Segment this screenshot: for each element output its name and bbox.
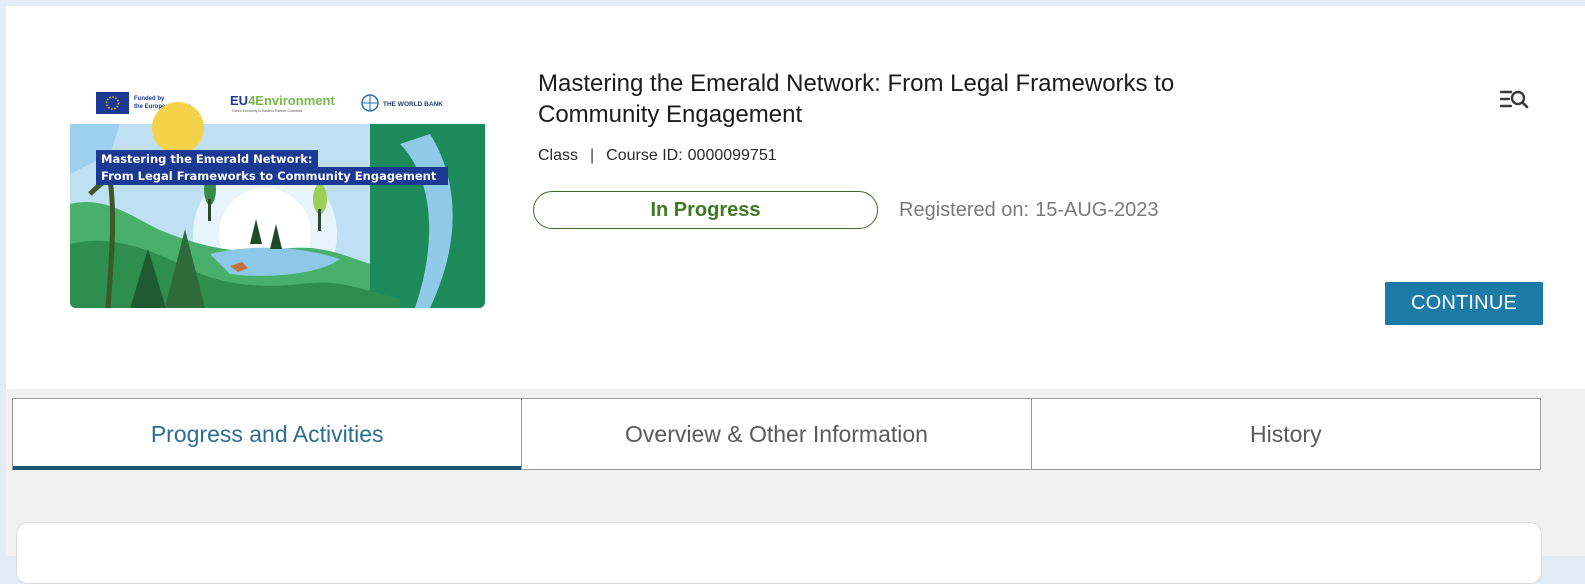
course-thumbnail-art: Funded by the European Union EU4Environm… (70, 84, 485, 308)
registered-date: Registered on: 15-AUG-2023 (899, 199, 1158, 222)
course-tabs: Progress and Activities Overview & Other… (12, 398, 1541, 470)
tab-label: Overview & Other Information (625, 420, 928, 447)
page-frame: Funded by the European Union EU4Environm… (6, 6, 1585, 584)
course-type: Class (538, 147, 579, 164)
tab-overview-other-information[interactable]: Overview & Other Information (522, 399, 1032, 469)
svg-text:THE WORLD BANK: THE WORLD BANK (383, 101, 443, 108)
svg-text:From Legal Frameworks to Commu: From Legal Frameworks to Community Engag… (101, 169, 437, 183)
course-id-value: 0000099751 (687, 147, 777, 164)
course-title: Mastering the Emerald Network: From Lega… (538, 70, 1175, 128)
status-badge: In Progress (533, 191, 878, 229)
svg-text:Mastering the Emerald Network:: Mastering the Emerald Network: (101, 152, 312, 166)
course-id-label: Course ID: (606, 147, 683, 164)
tab-label: Progress and Activities (150, 420, 384, 447)
svg-text:Green Economy in Eastern Partn: Green Economy in Eastern Partner Countri… (232, 109, 303, 113)
tab-progress-and-activities[interactable]: Progress and Activities (13, 399, 523, 470)
registered-label: Registered on: (899, 199, 1030, 221)
svg-text:EU4Environment: EU4Environment (230, 93, 335, 108)
course-header-card: Funded by the European Union EU4Environm… (6, 6, 1585, 389)
meta-separator: | (590, 147, 595, 164)
tab-label: History (1250, 420, 1322, 447)
course-meta: Class | Course ID: 0000099751 (538, 147, 777, 165)
list-search-icon[interactable] (1496, 86, 1530, 114)
status-badge-label: In Progress (650, 198, 761, 221)
continue-button[interactable]: CONTINUE (1385, 282, 1543, 325)
tab-history[interactable]: History (1032, 399, 1540, 469)
svg-text:Funded by: Funded by (134, 96, 165, 102)
progress-content-card (16, 522, 1542, 584)
course-thumbnail: Funded by the European Union EU4Environm… (70, 84, 485, 308)
registered-value: 15-AUG-2023 (1035, 199, 1159, 221)
